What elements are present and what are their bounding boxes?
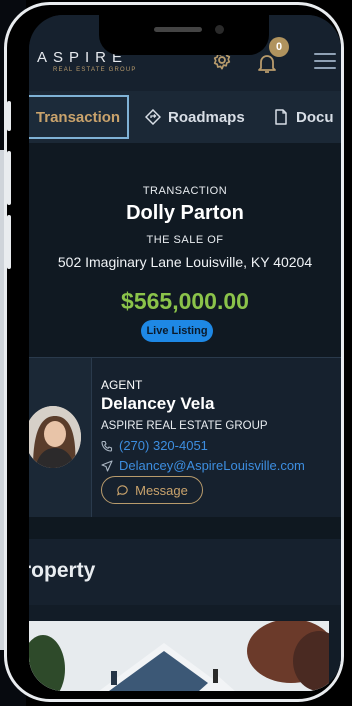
logo-subtitle: REAL ESTATE GROUP [53,67,137,73]
hamburger-menu-icon[interactable] [314,53,336,71]
sale-label: THE SALE OF [146,234,224,246]
property-section-header: roperty [29,539,341,606]
tab-label: Transaction [35,108,121,126]
transaction-eyebrow: TRANSACTION [142,185,228,197]
chat-icon [117,484,128,496]
property-address: 502 Imaginary Lane Louisville, KY 40204 [57,254,313,270]
agent-photo-column [29,358,92,518]
transaction-summary: TRANSACTION Dolly Parton THE SALE OF 502… [29,143,341,357]
property-photo [29,621,329,691]
price: $565,000.00 [121,288,249,314]
property-title: roperty [29,559,96,582]
tab-documents[interactable]: Docu [273,95,334,139]
camera [215,25,224,34]
agent-name: Delancey Vela [101,394,215,413]
message-button-label: Message [135,482,188,498]
diamond-direction-icon [145,109,161,125]
tab-transaction[interactable]: Transaction [29,95,129,139]
tab-label: Docu [296,108,334,126]
phone-side-button [7,215,11,269]
property-photo-container [29,605,341,691]
send-icon [101,459,113,472]
agent-email: Delancey@AspireLouisville.com [119,458,305,473]
agent-phone-link[interactable]: (270) 320-4051 [101,438,208,453]
status-badge: Live Listing [141,320,213,342]
client-name: Dolly Parton [126,202,244,224]
message-button[interactable]: Message [101,476,203,504]
agent-email-link[interactable]: Delancey@AspireLouisville.com [101,458,305,473]
agent-phone: (270) 320-4051 [119,438,208,453]
document-icon [275,109,287,125]
phone-side-button [7,151,11,205]
phone-icon [101,440,113,452]
phone-notch [99,15,269,55]
notification-badge: 0 [269,37,289,57]
phone-frame: ASPIRE REAL ESTATE GROUP 0 Transaction R… [4,2,344,702]
tab-roadmaps[interactable]: Roadmaps [145,95,245,139]
phone-side-button [7,101,11,131]
tab-label: Roadmaps [168,108,245,126]
agent-card: AGENT Delancey Vela ASPIRE REAL ESTATE G… [29,357,341,519]
speaker [154,27,202,32]
agent-label: AGENT [101,378,143,392]
app-screen: ASPIRE REAL ESTATE GROUP 0 Transaction R… [29,15,341,691]
tab-bar: Transaction Roadmaps Docu [29,91,341,144]
section-gap [29,517,341,539]
avatar [29,406,81,468]
agent-company: ASPIRE REAL ESTATE GROUP [101,420,268,432]
